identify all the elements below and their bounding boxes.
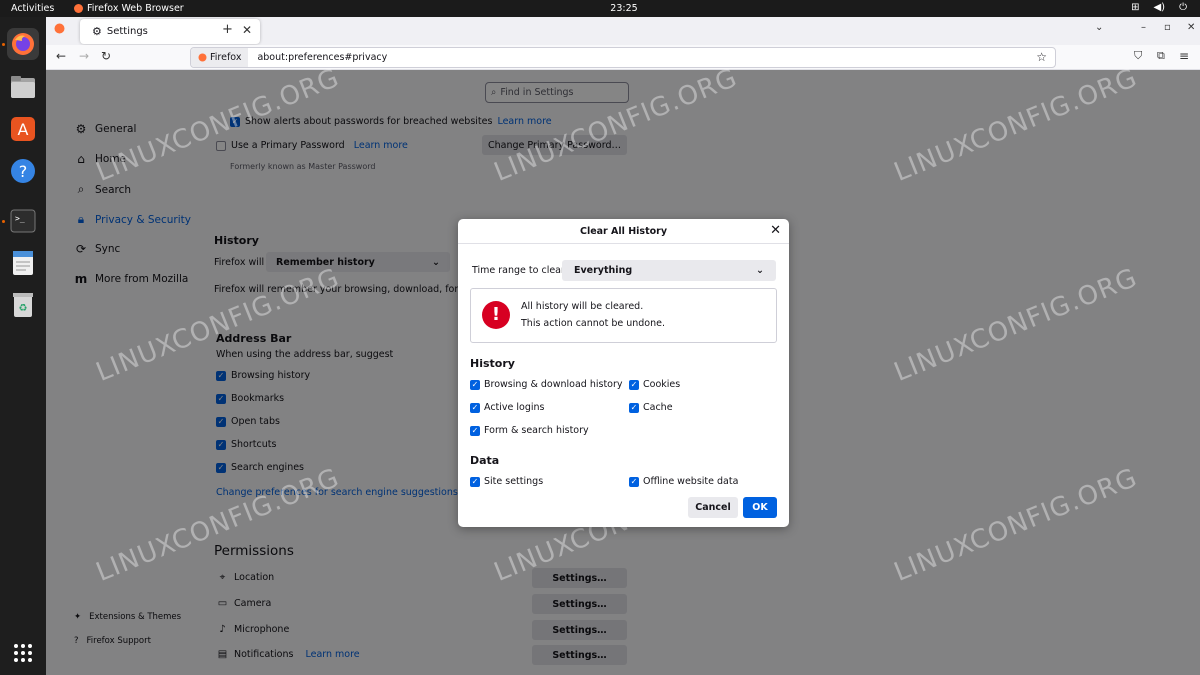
tab-settings[interactable]: ⚙ Settings ✕ — [80, 19, 260, 44]
maximize-icon[interactable]: ▫ — [1164, 22, 1171, 33]
active-logins-checkbox[interactable]: ✓ Active logins — [470, 402, 545, 413]
gnome-top-bar: Activities Firefox Web Browser 23:25 ⊞ ◀… — [0, 0, 1200, 17]
cancel-button[interactable]: Cancel — [688, 497, 738, 518]
warning-line-2: This action cannot be undone. — [521, 318, 666, 329]
divider — [458, 243, 789, 244]
warning-box: ! All history will be cleared. This acti… — [470, 288, 777, 343]
time-range-value: Everything — [574, 265, 633, 276]
url-text[interactable]: about:preferences#privacy — [248, 52, 387, 63]
pocket-icon[interactable]: ⛉ — [1134, 49, 1142, 63]
back-icon[interactable]: ← — [56, 49, 66, 63]
text-editor-dock-icon[interactable] — [7, 247, 39, 279]
identity-box[interactable]: Firefox — [191, 48, 249, 67]
checkbox-label: Cache — [643, 402, 673, 413]
files-dock-icon[interactable] — [7, 71, 39, 103]
terminal-dock-icon[interactable]: >_ — [7, 205, 39, 237]
identity-label: Firefox — [210, 52, 242, 63]
checkbox[interactable]: ✓ — [470, 402, 480, 413]
firefox-view-icon[interactable] — [54, 23, 65, 38]
close-tab-icon[interactable]: ✕ — [242, 23, 252, 37]
time-range-select[interactable]: Everything ⌄ — [562, 260, 776, 281]
chevron-down-icon: ⌄ — [756, 265, 764, 276]
checkbox[interactable]: ✓ — [470, 476, 480, 487]
system-tray[interactable]: ⊞ ◀) ⏻ — [1131, 2, 1187, 13]
address-bar[interactable]: Firefox about:preferences#privacy ☆ — [190, 47, 1056, 68]
tab-title: Settings — [106, 26, 148, 37]
active-indicator — [2, 43, 5, 46]
dialog-title: Clear All History — [579, 226, 668, 237]
svg-text:>_: >_ — [15, 214, 25, 223]
checkbox-label: Form & search history — [484, 425, 589, 436]
extensions-icon[interactable]: ⧉ — [1157, 49, 1165, 63]
clock[interactable]: 23:25 — [0, 3, 1200, 14]
forward-icon[interactable]: → — [79, 49, 89, 63]
volume-icon: ◀) — [1153, 2, 1166, 13]
gear-icon: ⚙ — [92, 25, 102, 38]
navigation-toolbar: ← → ↻ Firefox about:preferences#privacy … — [46, 45, 1200, 70]
checkbox[interactable]: ✓ — [470, 379, 480, 390]
power-icon: ⏻ — [1179, 2, 1187, 13]
svg-text:A: A — [18, 120, 29, 139]
menu-icon[interactable]: ≡ — [1179, 49, 1189, 63]
svg-text:?: ? — [19, 162, 28, 181]
firefox-identity-icon — [198, 53, 207, 62]
checkbox[interactable]: ✓ — [629, 379, 639, 390]
cookies-checkbox[interactable]: ✓ Cookies — [629, 379, 680, 390]
checkbox-label: Offline website data — [643, 476, 739, 487]
checkbox[interactable]: ✓ — [470, 425, 480, 436]
list-tabs-icon[interactable]: ⌄ — [1095, 22, 1103, 33]
warning-line-1: All history will be cleared. — [521, 301, 644, 312]
minimize-icon[interactable]: – — [1141, 22, 1146, 33]
firefox-dock-icon[interactable] — [7, 28, 39, 60]
checkbox[interactable]: ✓ — [629, 402, 639, 413]
offline-website-data-checkbox[interactable]: ✓ Offline website data — [629, 476, 738, 487]
data-section-heading: Data — [470, 454, 500, 467]
active-indicator — [2, 220, 5, 223]
time-range-label: Time range to clear: — [472, 265, 568, 276]
checkbox-label: Cookies — [643, 379, 681, 390]
browsing-download-history-checkbox[interactable]: ✓ Browsing & download history — [470, 379, 623, 390]
svg-text:♻: ♻ — [19, 303, 28, 314]
clear-history-dialog: Clear All History ✕ Time range to clear:… — [458, 219, 789, 527]
dock: A ? >_ ♻ — [0, 17, 46, 675]
history-section-heading: History — [470, 357, 515, 370]
app-center-dock-icon[interactable]: A — [7, 113, 39, 145]
reload-icon[interactable]: ↻ — [101, 49, 111, 63]
checkbox[interactable]: ✓ — [629, 476, 639, 487]
checkbox-label: Active logins — [484, 402, 545, 413]
form-search-history-checkbox[interactable]: ✓ Form & search history — [470, 425, 589, 436]
warning-icon: ! — [482, 301, 510, 329]
site-settings-checkbox[interactable]: ✓ Site settings — [470, 476, 543, 487]
show-apps-icon[interactable] — [7, 637, 39, 669]
checkbox-label: Browsing & download history — [484, 379, 623, 390]
bookmark-star-icon[interactable]: ☆ — [1036, 50, 1047, 64]
trash-dock-icon[interactable]: ♻ — [7, 289, 39, 321]
close-window-icon[interactable]: ✕ — [1187, 22, 1195, 33]
tab-strip: ⚙ Settings ✕ + ⌄ – ▫ ✕ — [46, 17, 1200, 45]
network-icon: ⊞ — [1131, 2, 1140, 13]
cache-checkbox[interactable]: ✓ Cache — [629, 402, 673, 413]
close-icon[interactable]: ✕ — [770, 223, 781, 238]
help-dock-icon[interactable]: ? — [7, 155, 39, 187]
new-tab-icon[interactable]: + — [222, 22, 233, 37]
checkbox-label: Site settings — [484, 476, 544, 487]
ok-button[interactable]: OK — [743, 497, 777, 518]
